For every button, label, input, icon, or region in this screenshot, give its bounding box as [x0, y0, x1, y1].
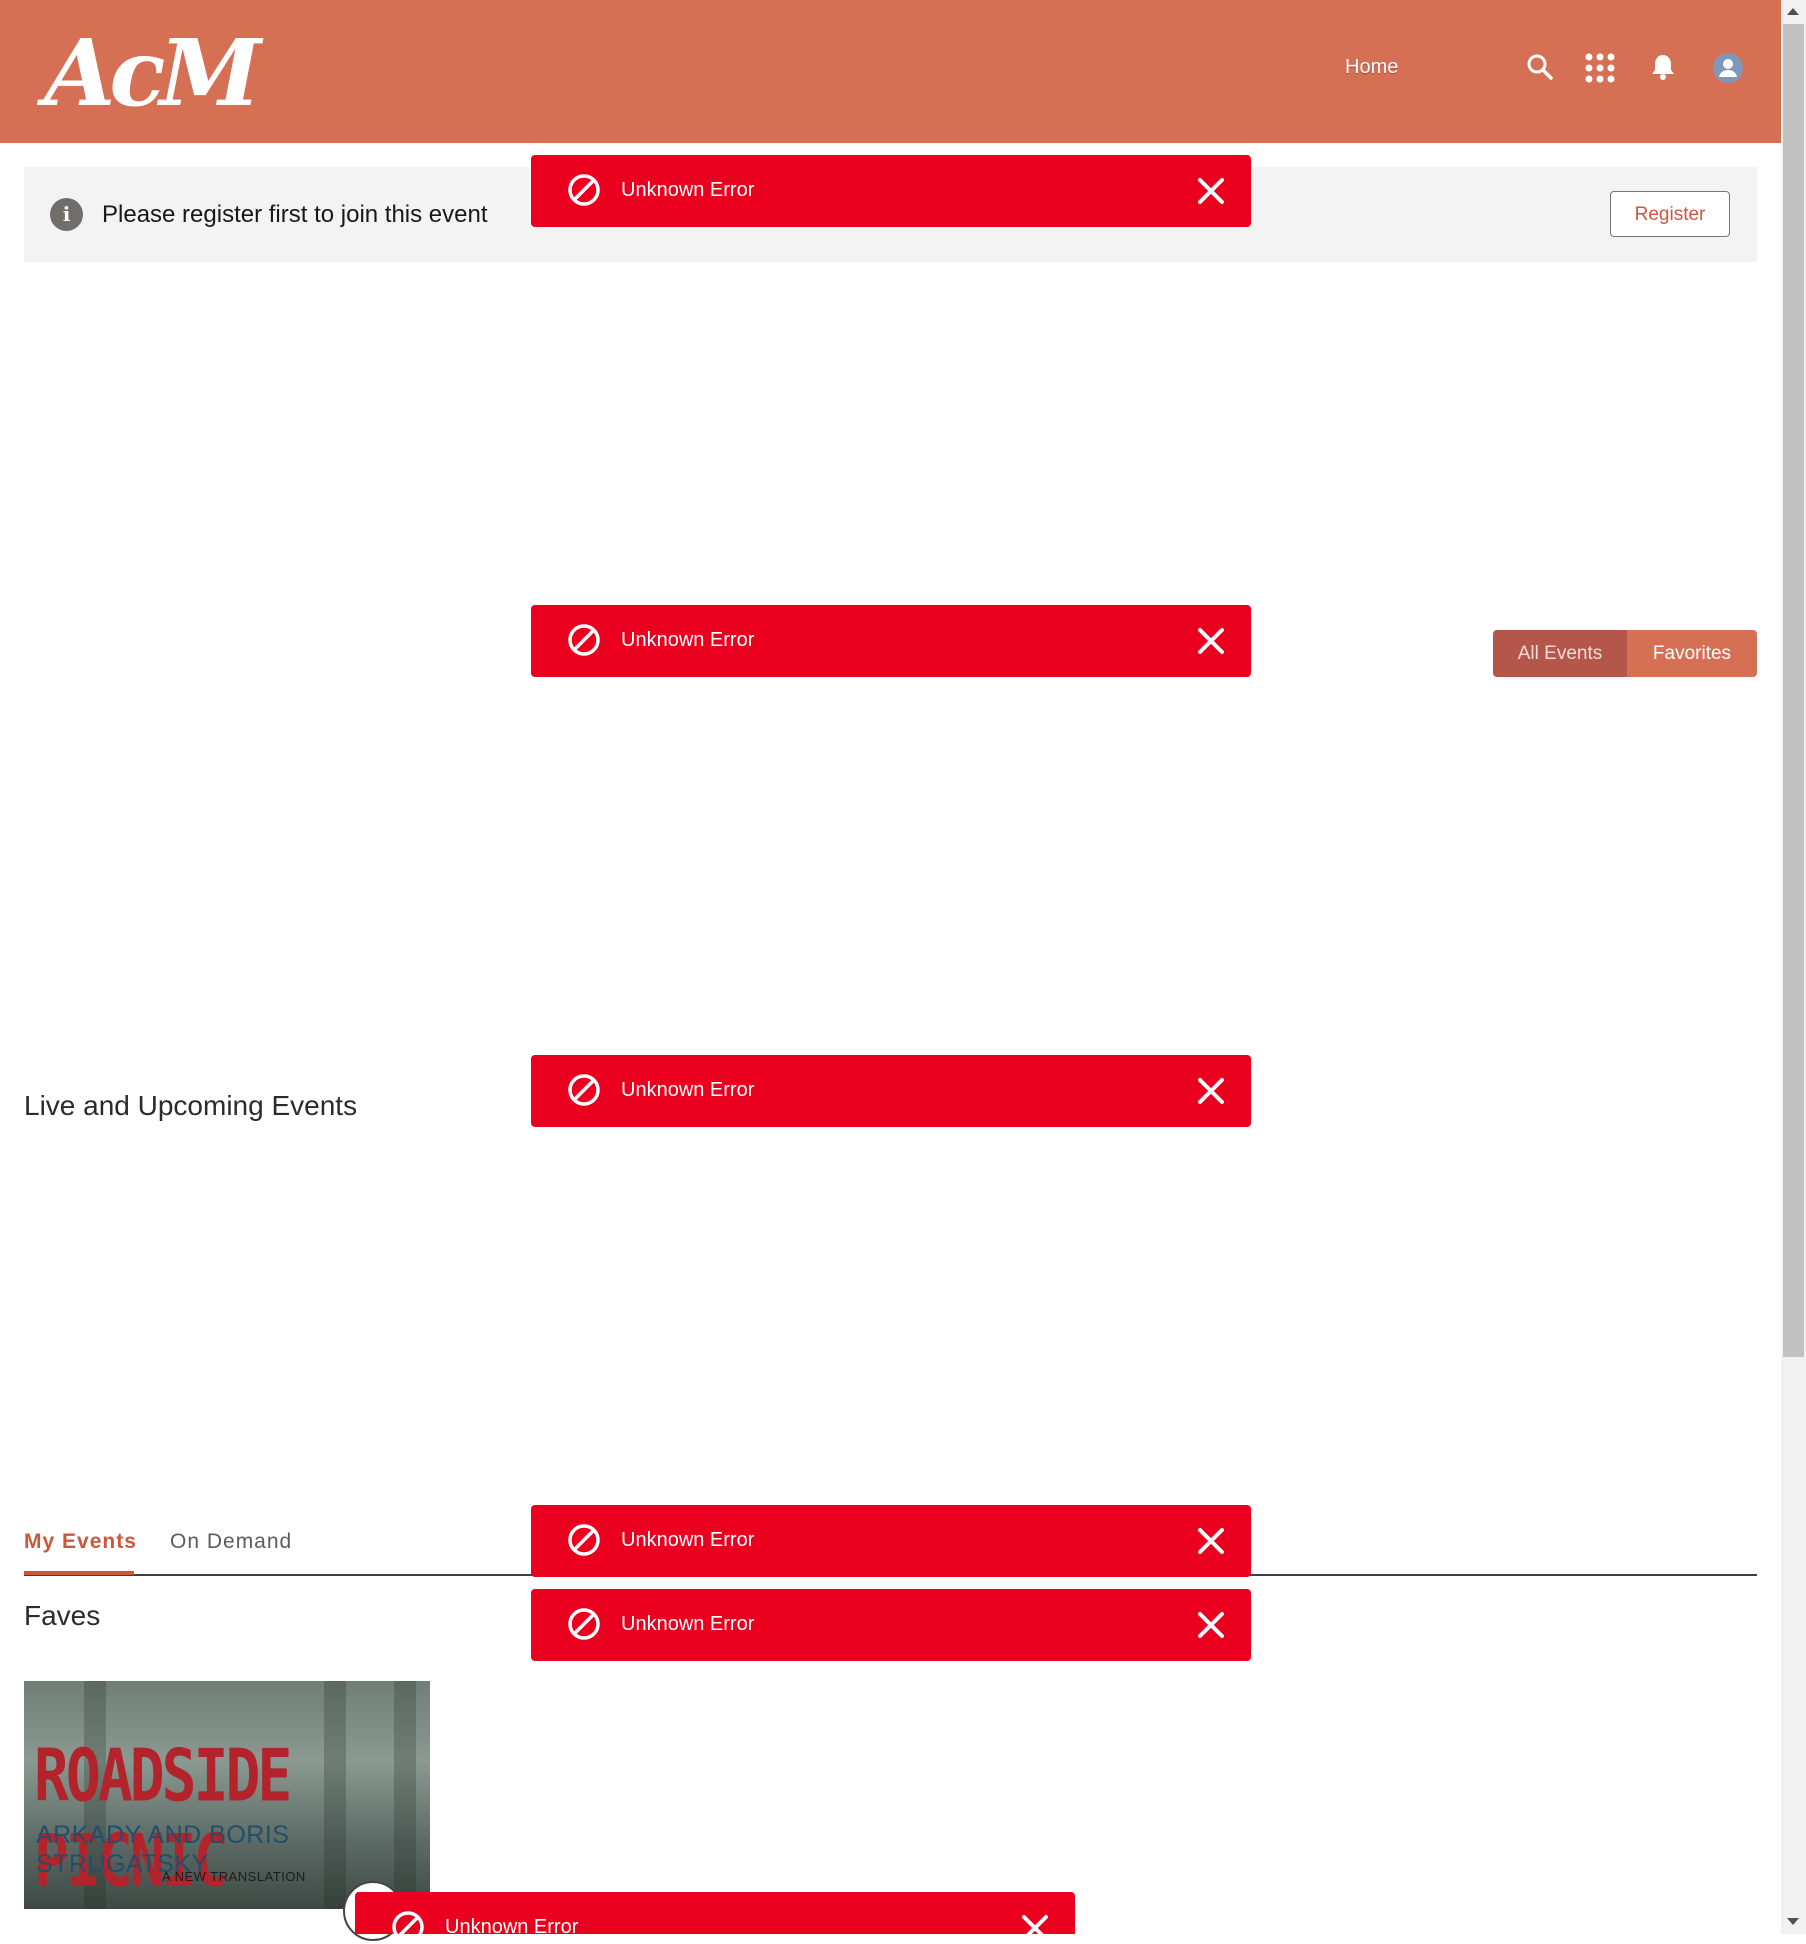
toast-message: Unknown Error [445, 1916, 579, 1938]
event-card-image[interactable]: ROADSIDE PICNIC ARKADY AND BORIS STRUGAT… [24, 1681, 430, 1909]
info-icon: i [50, 198, 83, 231]
toast-message: Unknown Error [621, 1529, 755, 1551]
user-avatar-icon[interactable] [1712, 52, 1744, 84]
nav-home-link[interactable]: Home [1345, 56, 1398, 79]
error-toast: Unknown Error [531, 605, 1251, 677]
active-tab-indicator [24, 1571, 134, 1575]
top-header: AcM Home [0, 0, 1781, 143]
error-toast: Unknown Error [531, 1055, 1251, 1127]
error-toast: Unknown Error [531, 1505, 1251, 1577]
notification-bell-icon[interactable] [1648, 52, 1678, 82]
close-icon[interactable] [1197, 1077, 1225, 1105]
register-button[interactable]: Register [1610, 191, 1730, 237]
page-scrollbar[interactable] [1781, 0, 1806, 1934]
toast-message: Unknown Error [621, 179, 755, 201]
ban-icon [567, 1607, 601, 1641]
app-launcher-icon[interactable] [1584, 52, 1616, 84]
tab-on-demand[interactable]: On Demand [170, 1530, 292, 1554]
ban-icon [567, 173, 601, 207]
close-icon[interactable] [1197, 1611, 1225, 1639]
search-icon[interactable] [1525, 52, 1555, 82]
cover-subtitle: A NEW TRANSLATION [162, 1869, 306, 1884]
ban-icon [567, 1523, 601, 1557]
toast-message: Unknown Error [621, 1079, 755, 1101]
close-icon[interactable] [1197, 1527, 1225, 1555]
toast-message: Unknown Error [621, 1613, 755, 1635]
toast-message: Unknown Error [621, 629, 755, 651]
close-icon[interactable] [1197, 627, 1225, 655]
ban-icon [567, 623, 601, 657]
close-icon[interactable] [1197, 177, 1225, 205]
info-message: Please register first to join this event [102, 201, 488, 228]
scroll-down-arrow-icon[interactable] [1787, 1918, 1799, 1925]
ban-icon [391, 1910, 425, 1944]
tab-my-events[interactable]: My Events [24, 1530, 137, 1554]
event-filter-toggle: All Events Favorites [1493, 630, 1757, 677]
faves-heading: Faves [24, 1600, 101, 1631]
ban-icon [567, 1073, 601, 1107]
close-icon[interactable] [1021, 1914, 1049, 1942]
live-upcoming-title: Live and Upcoming Events [24, 1090, 358, 1121]
error-toast: Unknown Error [531, 155, 1251, 227]
scroll-up-arrow-icon[interactable] [1787, 8, 1799, 15]
favorites-button[interactable]: Favorites [1627, 630, 1757, 677]
site-logo[interactable]: AcM [44, 18, 261, 128]
all-events-button[interactable]: All Events [1493, 630, 1627, 677]
error-toast: Unknown Error [355, 1892, 1075, 1943]
error-toast: Unknown Error [531, 1589, 1251, 1661]
scroll-thumb[interactable] [1783, 24, 1804, 1357]
